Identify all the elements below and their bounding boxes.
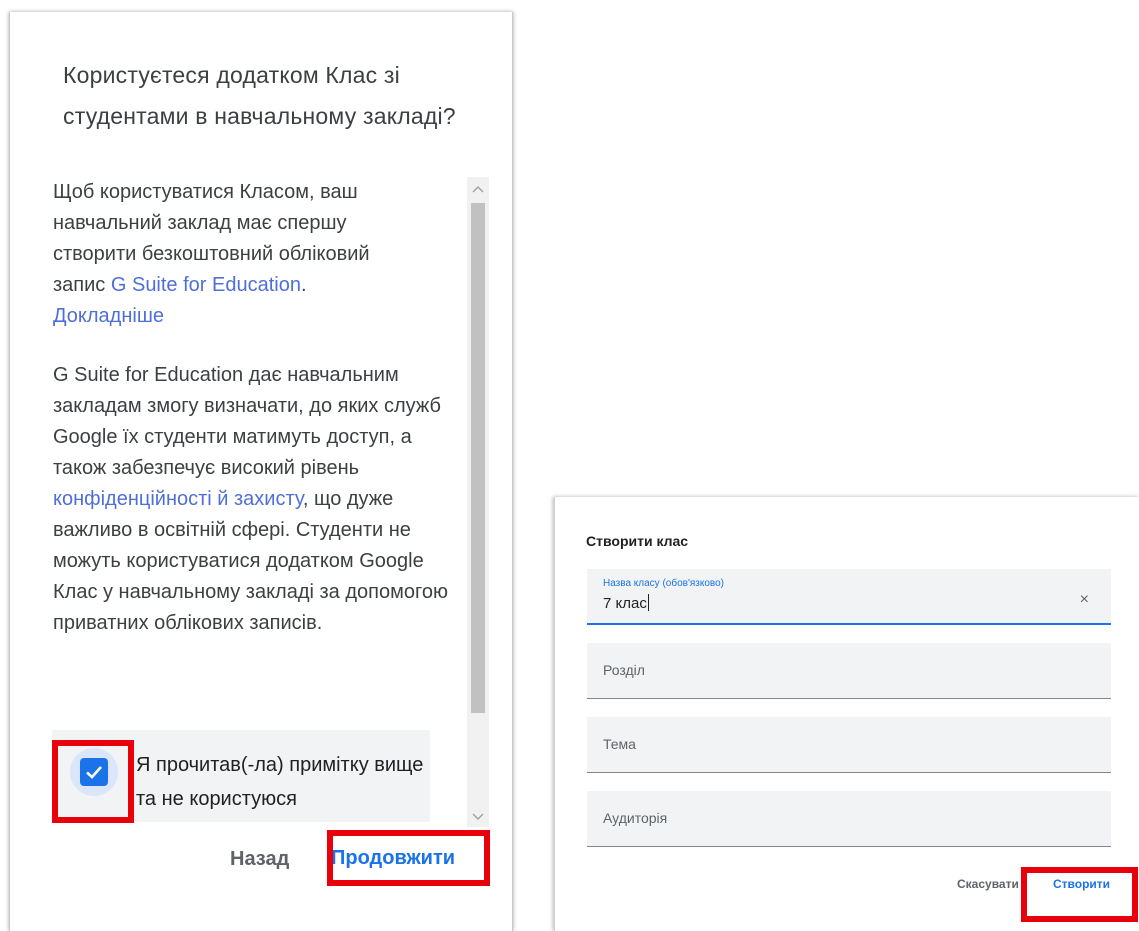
checkbox-highlight-box — [52, 740, 134, 823]
room-placeholder: Аудиторія — [603, 810, 668, 826]
cancel-button[interactable]: Скасувати — [957, 877, 1019, 891]
dialog-title: Користуєтеся додатком Клас зі студентами… — [63, 62, 456, 129]
scrollbar[interactable] — [467, 177, 489, 827]
section-placeholder: Розділ — [603, 662, 645, 678]
class-name-text: 7 клас — [603, 595, 647, 612]
create-highlight-box — [1021, 867, 1138, 922]
room-input[interactable]: Аудиторія — [587, 791, 1111, 847]
learn-more-link[interactable]: Докладніше — [53, 305, 164, 327]
info-paragraph-1: Щоб користуватися Класом, ваш навчальний… — [53, 177, 413, 332]
class-name-input[interactable]: Назва класу (обов'язково) 7 клас × — [587, 569, 1111, 625]
scroll-down-icon[interactable] — [467, 805, 489, 827]
subject-input[interactable]: Тема — [587, 717, 1111, 773]
info-text: . — [300, 274, 307, 296]
class-name-value: 7 клас — [603, 594, 649, 612]
clear-icon[interactable]: × — [1080, 591, 1089, 609]
scroll-thumb[interactable] — [471, 203, 485, 713]
class-name-label: Назва класу (обов'язково) — [603, 578, 725, 589]
subject-placeholder: Тема — [603, 736, 636, 752]
continue-highlight-box — [327, 830, 490, 886]
create-class-dialog: Створити клас Назва класу (обов'язково) … — [554, 497, 1139, 931]
info-text: G Suite for Education дає навчальним зак… — [53, 364, 441, 479]
text-caret — [647, 594, 649, 611]
privacy-link[interactable]: конфіденційності й захисту — [53, 488, 303, 510]
create-class-title: Створити клас — [586, 533, 689, 549]
section-input[interactable]: Розділ — [587, 643, 1111, 699]
consent-label: Я прочитав(-ла) примітку вище та не кори… — [136, 754, 424, 810]
back-button[interactable]: Назад — [230, 848, 289, 871]
gsuite-link[interactable]: G Suite for Education — [111, 274, 301, 296]
info-paragraph-2: G Suite for Education дає навчальним зак… — [53, 360, 463, 639]
scroll-up-icon[interactable] — [467, 177, 489, 199]
